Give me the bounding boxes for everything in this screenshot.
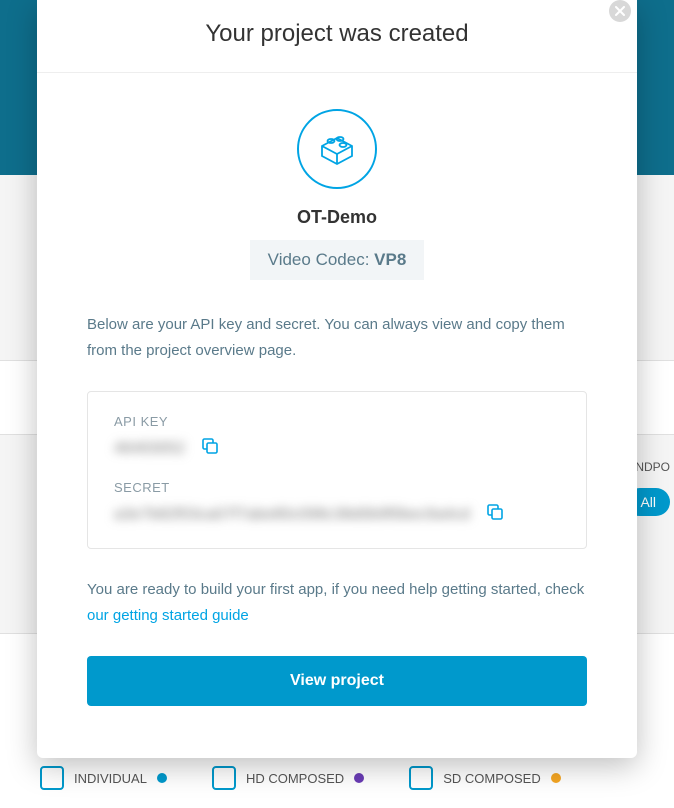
close-icon [615,6,625,16]
dot-icon [551,773,561,783]
copy-icon [201,437,219,455]
dot-icon [157,773,167,783]
getting-started-link[interactable]: our getting started guide [87,607,249,624]
copy-api-key-button[interactable] [201,437,219,460]
legend-box-icon [212,766,236,790]
legend-hd-composed: HD COMPOSED [212,766,364,790]
legend-label: SD COMPOSED [443,771,541,786]
copy-icon [486,503,504,521]
secret-value-row: a3e7b82f03ca07f7abe80c098c38d0b9f0bec9a4… [114,503,560,526]
project-name: OT-Demo [87,207,587,228]
legend-individual: INDIVIDUAL [40,766,167,790]
block-icon [316,128,358,170]
legend-sd-composed: SD COMPOSED [409,766,561,790]
endpoint-label: NDPO [635,460,670,474]
credentials-box: API KEY 46493052 SECRET a3e7b82f03ca07f7… [87,391,587,549]
ready-text: You are ready to build your first app, i… [87,577,587,628]
copy-secret-button[interactable] [486,503,504,526]
secret-label: SECRET [114,480,560,495]
dot-icon [354,773,364,783]
legend-box-icon [40,766,64,790]
codec-badge: Video Codec: VP8 [250,240,425,280]
codec-label: Video Codec: [268,250,370,269]
view-project-button[interactable]: View project [87,656,587,706]
ready-text-part: You are ready to build your first app, i… [87,581,584,598]
legend-box-icon [409,766,433,790]
legend-label: INDIVIDUAL [74,771,147,786]
project-icon [297,109,377,189]
api-key-label: API KEY [114,414,560,429]
footer-legend: INDIVIDUAL HD COMPOSED SD COMPOSED [40,766,674,790]
project-created-modal: Your project was created OT-Demo Video C… [37,0,637,758]
secret-value: a3e7b82f03ca07f7abe80c098c38d0b9f0bec9a4… [114,506,470,524]
intro-text: Below are your API key and secret. You c… [87,312,587,363]
close-button[interactable] [609,0,631,22]
project-icon-wrap [87,109,587,189]
modal-body: OT-Demo Video Codec: VP8 Below are your … [37,73,637,736]
legend-label: HD COMPOSED [246,771,344,786]
codec-value: VP8 [374,250,406,269]
api-key-value-row: 46493052 [114,437,560,460]
api-key-row: API KEY 46493052 [114,414,560,460]
modal-title: Your project was created [67,20,607,48]
modal-header: Your project was created [37,0,637,73]
secret-row: SECRET a3e7b82f03ca07f7abe80c098c38d0b9f… [114,480,560,526]
api-key-value: 46493052 [114,440,185,458]
